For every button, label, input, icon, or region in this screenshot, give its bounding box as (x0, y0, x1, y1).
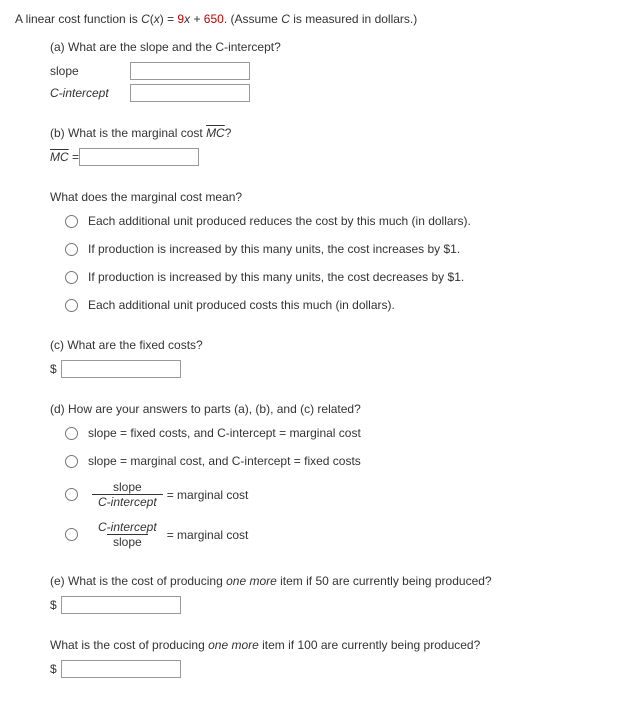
mc-eq-lhs: MC = (50, 148, 79, 166)
intro-cvar: C (281, 12, 290, 26)
mc-meaning-opt1-radio[interactable] (65, 215, 78, 228)
part-b-meaning: What does the marginal cost mean? Each a… (50, 188, 625, 314)
mc-meaning-opt3-radio[interactable] (65, 271, 78, 284)
part-a: (a) What are the slope and the C-interce… (50, 38, 625, 102)
e-dollar-1: $ (50, 596, 57, 614)
b-suffix: ? (225, 126, 232, 140)
fixed-costs-input[interactable] (61, 360, 181, 378)
mc-meaning-opt4-radio[interactable] (65, 299, 78, 312)
mc-meaning-opt1-label: Each additional unit produced reduces th… (88, 212, 471, 230)
e-q2-suffix: item if 100 are currently being produced… (259, 638, 480, 652)
intro-plus: + (190, 12, 204, 26)
mc-meaning-opt2-radio[interactable] (65, 243, 78, 256)
c-intercept-input[interactable] (130, 84, 250, 102)
b-mc: MC (206, 126, 225, 140)
intro-suffix1: . (Assume (224, 12, 281, 26)
part-d-question: (d) How are your answers to parts (a), (… (50, 400, 625, 418)
e-q1-em: one more (226, 574, 277, 588)
part-e: (e) What is the cost of producing one mo… (50, 572, 625, 678)
d-opt1-radio[interactable] (65, 427, 78, 440)
mc-meaning-opt2-label: If production is increased by this many … (88, 240, 460, 258)
e-q1-prefix: (e) What is the cost of producing (50, 574, 226, 588)
cost-100-input[interactable] (61, 660, 181, 678)
d-opt4-radio[interactable] (65, 528, 78, 541)
c-intercept-label: C-intercept (50, 84, 130, 102)
part-a-question: (a) What are the slope and the C-interce… (50, 38, 625, 56)
b-prefix: (b) What is the marginal cost (50, 126, 206, 140)
part-b-question: (b) What is the marginal cost MC? (50, 124, 625, 142)
part-c-question: (c) What are the fixed costs? (50, 336, 625, 354)
slope-input[interactable] (130, 62, 250, 80)
intro-suffix2: is measured in dollars.) (290, 12, 417, 26)
e-q2-em: one more (208, 638, 259, 652)
d-opt4-label: C-interceptslope = marginal cost (88, 520, 248, 550)
slope-label: slope (50, 62, 130, 80)
d-opt3-label: slopeC-intercept = marginal cost (88, 480, 248, 510)
e-q1-suffix: item if 50 are currently being produced? (277, 574, 492, 588)
mc-meaning-opt3-label: If production is increased by this many … (88, 268, 464, 286)
d-opt1-label: slope = fixed costs, and C-intercept = m… (88, 424, 361, 442)
part-e-q2: What is the cost of producing one more i… (50, 636, 625, 654)
e-q2-prefix: What is the cost of producing (50, 638, 208, 652)
intro-text: A linear cost function is (15, 12, 141, 26)
d-opt2-radio[interactable] (65, 455, 78, 468)
intro-close: ) = (160, 12, 178, 26)
part-c: (c) What are the fixed costs? $ (50, 336, 625, 378)
problem-statement: A linear cost function is C(x) = 9x + 65… (15, 10, 625, 28)
d-opt3-radio[interactable] (65, 488, 78, 501)
part-e-q1: (e) What is the cost of producing one mo… (50, 572, 625, 590)
mc-meaning-question: What does the marginal cost mean? (50, 188, 625, 206)
mc-meaning-opt4-label: Each additional unit produced costs this… (88, 296, 395, 314)
intro-const: 650 (204, 12, 224, 26)
intro-c: C (141, 12, 150, 26)
cost-50-input[interactable] (61, 596, 181, 614)
part-d: (d) How are your answers to parts (a), (… (50, 400, 625, 550)
mc-input[interactable] (79, 148, 199, 166)
e-dollar-2: $ (50, 660, 57, 678)
d-opt2-label: slope = marginal cost, and C-intercept =… (88, 452, 361, 470)
part-b: (b) What is the marginal cost MC? MC = (50, 124, 625, 166)
c-dollar: $ (50, 360, 57, 378)
